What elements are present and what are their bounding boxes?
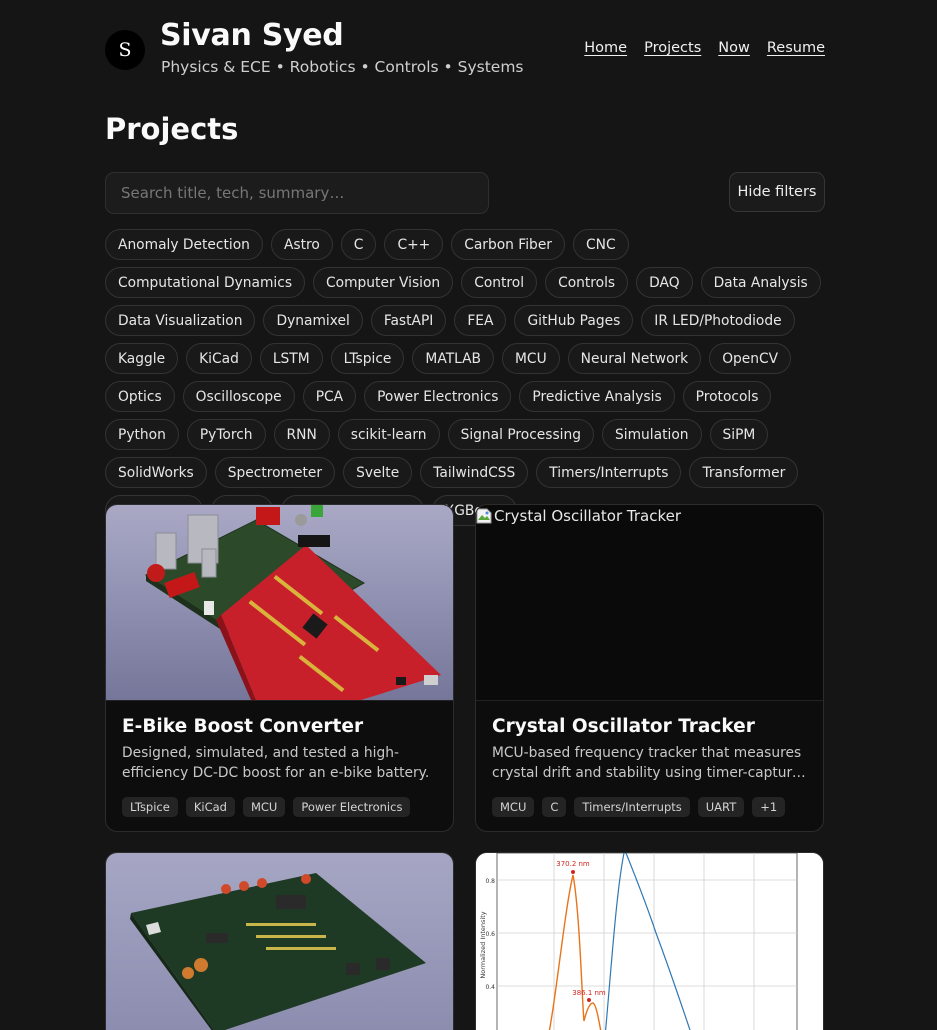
filter-chip[interactable]: LTspice [330, 343, 405, 374]
project-card[interactable]: E-Bike Boost Converter Designed, simulat… [105, 504, 454, 832]
project-summary: Designed, simulated, and tested a high-e… [122, 745, 430, 781]
project-tag-list: LTspice KiCad MCU Power Electronics [122, 797, 437, 817]
project-tag: MCU [492, 797, 535, 817]
project-card[interactable]: 0.8 0.6 0.4 Normalized Intensity 370.2 n… [475, 852, 824, 1030]
filter-chip-list: Anomaly Detection Astro C C++ Carbon Fiber CN… [105, 229, 825, 526]
project-tag: C [542, 797, 567, 817]
project-title: E-Bike Boost Converter [122, 716, 364, 737]
filter-chip[interactable]: Predictive Analysis [519, 381, 675, 412]
filter-chip[interactable]: GitHub Pages [514, 305, 634, 336]
y-tick-label: 0.4 [485, 984, 495, 991]
broken-image-icon [476, 508, 492, 524]
page-container: S Sivan Syed Physics & ECE • Robotics • … [105, 0, 825, 1030]
filter-chip[interactable]: IR LED/Photodiode [641, 305, 795, 336]
filter-chip[interactable]: DAQ [636, 267, 693, 298]
filter-chip[interactable]: MCU [502, 343, 560, 374]
project-tag: LTspice [122, 797, 178, 817]
nav-resume[interactable]: Resume [767, 40, 825, 56]
filter-chip[interactable]: scikit-learn [337, 419, 440, 450]
filter-chip[interactable]: Power Electronics [364, 381, 512, 412]
filter-chip[interactable]: Spectrometer [214, 457, 336, 488]
filter-chip[interactable]: Oscilloscope [182, 381, 295, 412]
filter-chip[interactable]: Transformer [689, 457, 799, 488]
filter-chip[interactable]: Carbon Fiber [451, 229, 565, 260]
page-title: Projects [105, 112, 239, 146]
filter-chip[interactable]: Computational Dynamics [105, 267, 306, 298]
filter-chip[interactable]: Svelte [343, 457, 413, 488]
filter-chip[interactable]: Astro [270, 229, 333, 260]
project-thumbnail: Crystal Oscillator Tracker [476, 505, 823, 700]
filter-chip[interactable]: RNN [273, 419, 330, 450]
filter-chip[interactable]: PCA [302, 381, 357, 412]
avatar[interactable]: S [105, 30, 145, 70]
search-input[interactable] [105, 172, 489, 214]
spectrum-plot-image: 0.8 0.6 0.4 Normalized Intensity 370.2 n… [479, 853, 798, 1030]
peak-label: 386.1 nm [572, 989, 606, 997]
y-axis-label: Normalized Intensity [479, 911, 487, 978]
main-nav: Home Projects Now Resume [584, 40, 825, 56]
filter-chip[interactable]: Optics [105, 381, 175, 412]
hide-filters-button[interactable]: Hide filters [729, 172, 825, 212]
filter-chip[interactable]: TailwindCSS [420, 457, 529, 488]
nav-now[interactable]: Now [718, 40, 750, 56]
filter-chip[interactable]: LSTM [259, 343, 323, 374]
filter-chip[interactable]: Simulation [602, 419, 702, 450]
project-tag: UART [697, 797, 745, 817]
project-tag: MCU [242, 797, 286, 817]
image-alt-text: Crystal Oscillator Tracker [494, 507, 682, 525]
project-tag-more: +1 [752, 797, 786, 817]
project-card[interactable]: Crystal Oscillator Tracker Crystal Oscil… [475, 504, 824, 832]
peak-label: 370.2 nm [556, 860, 590, 868]
filter-chip[interactable]: PyTorch [186, 419, 266, 450]
filter-chip[interactable]: Signal Processing [447, 419, 595, 450]
filter-chip[interactable]: Data Visualization [105, 305, 256, 336]
project-card[interactable] [105, 852, 454, 1030]
project-tag-list: MCU C Timers/Interrupts UART +1 [492, 797, 807, 817]
filter-chip[interactable]: Anomaly Detection [105, 229, 263, 260]
project-thumbnail [106, 853, 453, 1030]
filter-chip[interactable]: CNC [572, 229, 629, 260]
filter-chip[interactable]: Protocols [682, 381, 772, 412]
project-tag: Timers/Interrupts [574, 797, 690, 817]
pcb-render-image [144, 505, 441, 700]
project-summary: MCU-based frequency tracker that measure… [492, 745, 802, 781]
filter-chip[interactable]: SolidWorks [105, 457, 207, 488]
y-tick-label: 0.8 [485, 878, 495, 885]
site-subtitle: Physics & ECE • Robotics • Controls • Sy… [161, 58, 524, 76]
filter-chip[interactable]: FEA [454, 305, 507, 336]
project-thumbnail [106, 505, 453, 700]
filter-chip[interactable]: C [340, 229, 377, 260]
filter-chip[interactable]: C++ [384, 229, 444, 260]
filter-chip[interactable]: Control [461, 267, 538, 298]
filter-chip[interactable]: Controls [545, 267, 629, 298]
filter-chip[interactable]: Data Analysis [700, 267, 821, 298]
project-title: Crystal Oscillator Tracker [492, 716, 755, 737]
project-thumbnail: 0.8 0.6 0.4 Normalized Intensity 370.2 n… [476, 853, 823, 1030]
filter-chip[interactable]: SiPM [709, 419, 769, 450]
site-title[interactable]: Sivan Syed [160, 18, 344, 53]
filter-chip[interactable]: OpenCV [709, 343, 792, 374]
filter-chip[interactable]: Neural Network [567, 343, 702, 374]
filter-chip[interactable]: KiCad [186, 343, 252, 374]
site-header: S Sivan Syed Physics & ECE • Robotics • … [105, 0, 825, 100]
filter-chip[interactable]: MATLAB [412, 343, 495, 374]
pcb-render-image [130, 873, 426, 1030]
project-tag: KiCad [185, 797, 235, 817]
filter-chip[interactable]: Python [105, 419, 179, 450]
project-tag: Power Electronics [293, 797, 411, 817]
nav-home[interactable]: Home [584, 40, 627, 56]
nav-projects[interactable]: Projects [644, 40, 701, 56]
broken-image: Crystal Oscillator Tracker [476, 507, 681, 525]
filter-chip[interactable]: FastAPI [370, 305, 447, 336]
filter-chip[interactable]: Computer Vision [313, 267, 454, 298]
filter-chip[interactable]: Timers/Interrupts [536, 457, 682, 488]
filter-chip[interactable]: Dynamixel [263, 305, 363, 336]
filter-chip[interactable]: Kaggle [105, 343, 179, 374]
